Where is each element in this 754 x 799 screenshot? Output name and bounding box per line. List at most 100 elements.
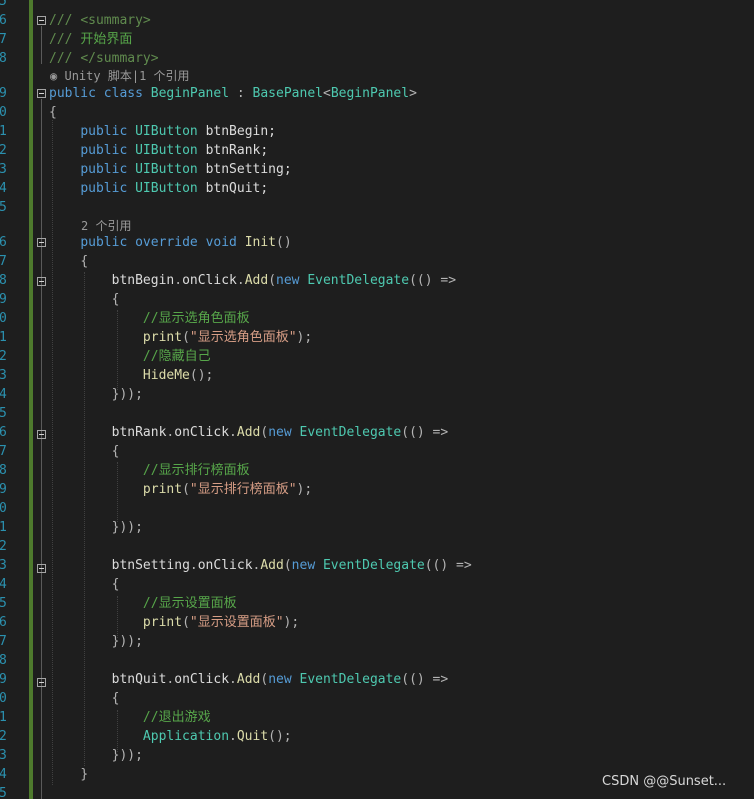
code-line-lambda-close[interactable]: })); [49,518,143,537]
comment: //隐藏自己 [142,349,211,364]
code-line-init-decl[interactable]: public override void Init() [49,233,291,252]
fold-toggle-class[interactable] [37,89,46,98]
code-line-comment[interactable]: //显示排行榜面板 [49,461,250,480]
fold-toggle-btnsetting[interactable] [37,564,46,573]
line-number: 5 [0,596,7,611]
line-number: 0 [0,501,7,516]
fold-toggle-summary[interactable] [37,16,46,25]
punct: ); [296,330,313,345]
punct: ( [268,273,277,288]
code-line-comment[interactable]: //隐藏自己 [49,347,211,366]
code-line-lambda-open[interactable]: { [49,442,120,461]
code-line-field-btnrank[interactable]: public UIButton btnRank; [49,141,268,160]
method-name: Add [236,672,261,687]
code-line-init-close[interactable]: } [49,765,88,784]
fold-toggle-btnquit[interactable] [37,678,46,687]
code-line-application-quit[interactable]: Application.Quit(); [49,727,292,746]
method-name: print [142,615,183,630]
line-number: 8 [0,273,7,288]
code-line-comment[interactable]: //显示设置面板 [49,594,237,613]
code-line-lambda-close[interactable]: })); [49,385,143,404]
code-line-init-open[interactable]: { [49,252,88,271]
type-name: UIButton [135,124,198,139]
punct: > [409,86,417,101]
code-line-lambda-open[interactable]: { [49,290,120,309]
code-line-doc-text[interactable]: /// 开始界面 [49,30,132,49]
code-line-comment[interactable]: //显示选角色面板 [49,309,250,328]
codelens-ref-count: 1 个引用 [139,69,190,83]
doc-comment-slashes: /// [49,51,81,66]
fold-toggle-btnrank[interactable] [37,430,46,439]
codelens-unity: Unity [64,69,101,83]
punct: ( [182,615,190,630]
code-line-hideme[interactable]: HideMe(); [49,366,213,385]
punct: . [229,672,237,687]
brace: { [111,292,120,307]
codelens-separator: | [131,69,140,83]
code-line-doc-close[interactable]: /// </summary> [49,49,159,68]
line-number: 4 [0,767,7,782]
event-name: onClick [174,672,230,687]
line-number: 5 [0,200,7,215]
code-line-field-btnquit[interactable]: public UIButton btnQuit; [49,179,268,198]
punct: < [322,86,331,101]
line-number: 5 [0,0,7,9]
line-number: 3 [0,162,7,177]
line-number: 1 [0,710,7,725]
punct: . [229,729,237,744]
brace: { [80,254,89,269]
code-line-class-open[interactable]: { [49,103,57,122]
line-number: 7 [0,32,7,47]
brace: { [111,691,120,706]
code-line-lambda-open[interactable]: { [49,575,120,594]
code-line-lambda-close[interactable]: })); [49,746,143,765]
code-line-print[interactable]: print("显示选角色面板"); [49,328,312,347]
keyword: public [80,181,128,196]
punct: ); [283,615,300,630]
line-number: 5 [0,786,7,799]
line-number: 1 [0,124,7,139]
code-line-print[interactable]: print("显示排行榜面板"); [49,480,312,499]
line-number: 4 [0,577,7,592]
keyword: class [103,86,143,101]
line-number: 2 [0,729,7,744]
doc-comment-slashes: /// [49,32,81,47]
code-line-btnsetting-add[interactable]: btnSetting.onClick.Add(new EventDelegate… [49,556,472,575]
punct: ); [296,482,313,497]
code-editor[interactable]: 5 6 7 8 9 0 1 2 3 4 5 6 7 8 9 0 1 2 3 4 … [0,0,754,799]
code-line-btnrank-add[interactable]: btnRank.onClick.Add(new EventDelegate(()… [49,423,449,442]
line-number: 7 [0,444,7,459]
line-number: 3 [0,748,7,763]
method-name: print [142,330,183,345]
code-line-print[interactable]: print("显示设置面板"); [49,613,299,632]
punct: ( [260,672,269,687]
code-line-lambda-close[interactable]: })); [49,632,143,651]
fold-toggle-btnbegin[interactable] [37,277,46,286]
code-line-field-btnbegin[interactable]: public UIButton btnBegin; [49,122,276,141]
code-line-btnbegin-add[interactable]: btnBegin.onClick.Add(new EventDelegate((… [49,271,456,290]
fold-range-line [41,99,42,799]
code-line-field-btnsetting[interactable]: public UIButton btnSetting; [49,160,291,179]
punct: (); [268,729,292,744]
object-name: btnBegin [111,273,175,288]
keyword: new [291,558,316,573]
code-line-lambda-open[interactable]: { [49,689,120,708]
code-line-class-decl[interactable]: public class BeginPanel : BasePanel<Begi… [49,84,417,103]
fold-toggle-init[interactable] [37,238,46,247]
line-number: 2 [0,349,7,364]
comment: //显示设置面板 [142,596,237,611]
code-line-btnquit-add[interactable]: btnQuit.onClick.Add(new EventDelegate(()… [49,670,449,689]
doc-comment-tag: </summary> [80,51,159,66]
line-number: 9 [0,672,7,687]
type-name: UIButton [135,181,198,196]
line-number: 7 [0,634,7,649]
line-number: 8 [0,653,7,668]
code-line-comment[interactable]: //退出游戏 [49,708,211,727]
punct: })); [111,387,143,402]
punct: (() => [401,672,449,687]
code-line-doc-open[interactable]: /// <summary> [49,11,151,30]
line-number: 7 [0,254,7,269]
generic-arg: BeginPanel [330,86,410,101]
brace: { [49,105,57,120]
event-name: onClick [182,273,237,288]
